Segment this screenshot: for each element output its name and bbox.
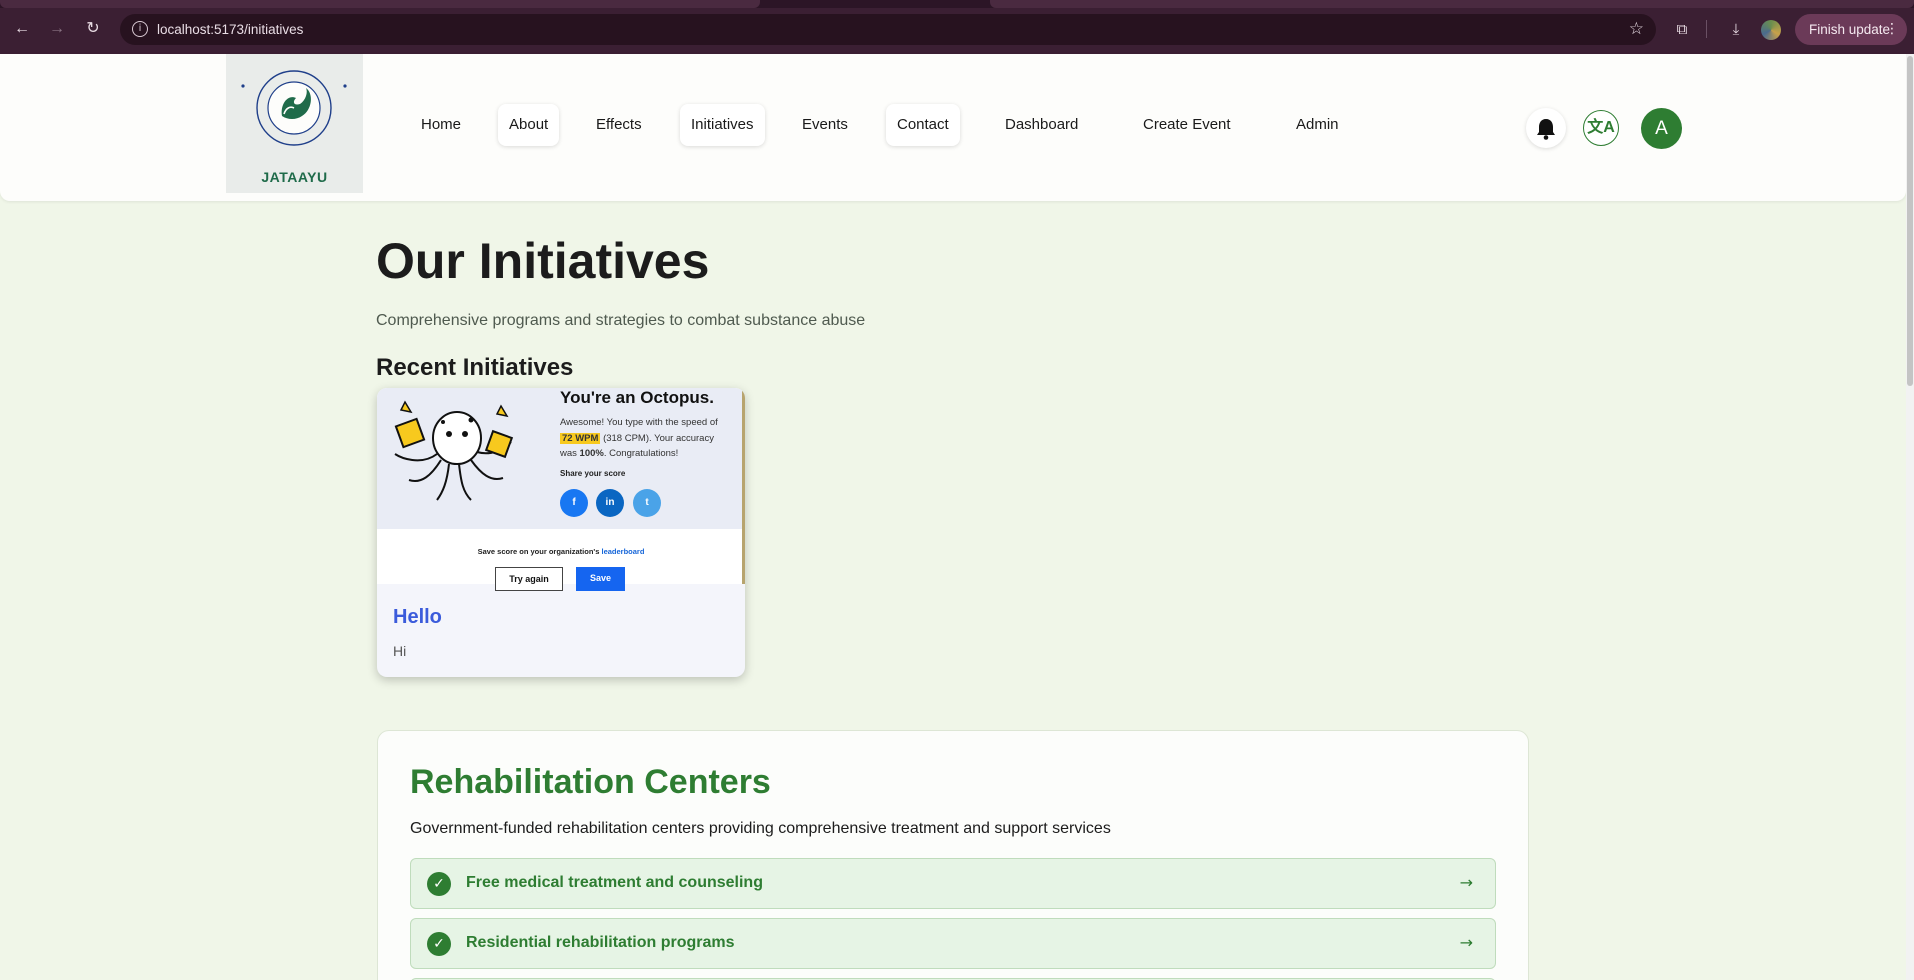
bookmark-star-icon[interactable]: ☆ (1629, 19, 1644, 39)
recent-initiatives-heading: Recent Initiatives (376, 354, 574, 381)
nav-initiatives[interactable]: Initiatives (680, 104, 765, 146)
feature-label: Free medical treatment and counseling (466, 874, 763, 891)
image-edge (742, 388, 745, 584)
page-scrollbar-thumb[interactable] (1907, 56, 1913, 386)
linkedin-icon: in (596, 489, 624, 517)
facebook-icon: f (560, 489, 588, 517)
nav-contact[interactable]: Contact (886, 104, 960, 146)
result-body-tail: . Congratulations! (603, 448, 679, 459)
result-body-lead: Awesome! You type with the speed of (560, 417, 718, 428)
finish-update-label: Finish update (1809, 22, 1891, 37)
accuracy-value: 100% (579, 448, 604, 459)
bell-icon (1537, 119, 1555, 140)
rehab-title: Rehabilitation Centers (410, 763, 771, 801)
check-icon: ✓ (427, 872, 451, 896)
nav-create-event[interactable]: Create Event (1132, 104, 1242, 146)
user-avatar[interactable]: A (1641, 108, 1682, 149)
save-score-prefix: Save score on your organization's (477, 547, 600, 556)
feature-item[interactable]: ✓ Residential rehabilitation programs → (410, 918, 1496, 969)
nav-about[interactable]: About (498, 104, 560, 146)
check-icon: ✓ (427, 932, 451, 956)
browser-toolbar: ← → ↻ i localhost:5173/initiatives ☆ ⧉ ⤓… (0, 0, 1914, 54)
forward-icon[interactable]: → (46, 18, 68, 40)
page-subtitle: Comprehensive programs and strategies to… (376, 312, 866, 329)
leaderboard-link: leaderboard (601, 547, 645, 556)
nav-home[interactable]: Home (410, 104, 472, 146)
site-info-icon[interactable]: i (132, 21, 148, 37)
profile-avatar-icon[interactable] (1761, 20, 1781, 40)
initiative-card[interactable]: You're an Octopus. Awesome! You type wit… (377, 388, 745, 677)
initiative-card-text: Hi (393, 643, 407, 659)
result-body: Awesome! You type with the speed of 72 W… (560, 415, 730, 462)
share-label: Share your score (560, 469, 626, 478)
url-text[interactable]: localhost:5173/initiatives (157, 22, 303, 37)
octopus-illustration (394, 400, 514, 501)
notifications-button[interactable] (1526, 108, 1566, 148)
rehab-description: Government-funded rehabilitation centers… (410, 820, 1111, 837)
initiative-card-title[interactable]: Hello (393, 606, 442, 629)
download-icon[interactable]: ⤓ (1725, 18, 1747, 40)
translate-icon: 文A (1587, 119, 1615, 136)
finish-update-button[interactable]: Finish update ⋮ (1795, 14, 1907, 45)
logo-emblem-icon (241, 70, 347, 146)
browser-tab[interactable] (0, 0, 760, 8)
toolbar-divider (1706, 20, 1707, 38)
browser-tab[interactable] (990, 0, 1914, 8)
save-score-text: Save score on your organization's leader… (377, 547, 745, 556)
logo-wordmark: JATAAYU (261, 169, 328, 185)
reload-icon[interactable]: ↻ (82, 18, 104, 40)
nav-admin[interactable]: Admin (1285, 104, 1350, 146)
page-title: Our Initiatives (376, 233, 710, 289)
wpm-badge: 72 WPM (560, 432, 601, 444)
nav-effects[interactable]: Effects (585, 104, 653, 146)
arrow-right-icon: → (1459, 873, 1473, 892)
translate-button[interactable]: 文A (1583, 110, 1619, 146)
arrow-right-icon: → (1459, 933, 1473, 952)
site-logo[interactable]: JATAAYU (226, 54, 363, 193)
site-header: JATAAYU Home About Effects Initiatives E… (0, 54, 1906, 201)
browser-menu-icon[interactable]: ⋮ (1885, 14, 1899, 45)
rehabilitation-centers-section: Rehabilitation Centers Government-funded… (377, 730, 1529, 980)
result-heading: You're an Octopus. (560, 388, 714, 407)
save-image-button: Save (576, 567, 625, 591)
initiative-card-image: You're an Octopus. Awesome! You type wit… (377, 388, 745, 591)
try-again-image-button: Try again (495, 567, 563, 591)
extensions-icon[interactable]: ⧉ (1671, 18, 1693, 40)
nav-events[interactable]: Events (791, 104, 859, 146)
tab-strip (0, 0, 1914, 8)
feature-label: Residential rehabilitation programs (466, 934, 735, 951)
back-icon[interactable]: ← (11, 18, 33, 40)
twitter-icon: t (633, 489, 661, 517)
address-bar[interactable]: i localhost:5173/initiatives ☆ (120, 14, 1656, 45)
nav-dashboard[interactable]: Dashboard (994, 104, 1089, 146)
feature-item[interactable]: ✓ Free medical treatment and counseling … (410, 858, 1496, 909)
